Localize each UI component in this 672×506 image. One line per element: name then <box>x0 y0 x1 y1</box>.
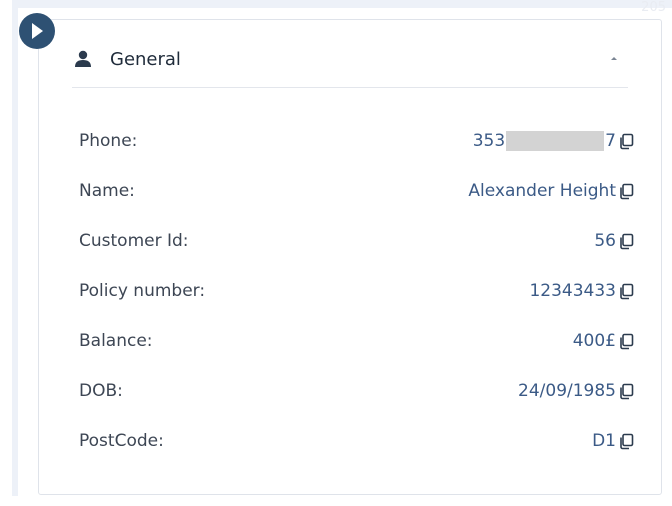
dob-value: 24/09/1985 <box>518 381 616 401</box>
copy-icon[interactable] <box>617 282 635 300</box>
balance-value: 400£ <box>572 331 616 351</box>
field-row-dob: DOB: 24/09/1985 <box>79 366 635 416</box>
left-rail <box>12 0 18 496</box>
phone-value-start: 353 <box>472 131 506 151</box>
copy-icon[interactable] <box>617 132 635 150</box>
field-list: Phone: 353 7 Name: Alexander Height Custo… <box>79 116 635 466</box>
field-label: DOB: <box>79 381 123 401</box>
play-icon <box>32 23 43 39</box>
phone-value: 353 7 <box>473 131 616 151</box>
user-icon <box>72 48 94 70</box>
corner-text: 205 <box>641 0 666 15</box>
field-label: Customer Id: <box>79 231 189 251</box>
divider <box>72 87 628 88</box>
field-row-phone: Phone: 353 7 <box>79 116 635 166</box>
policy-number-value: 12343433 <box>529 281 616 301</box>
page: 205 General Phone: 353 7 Name: Alexander… <box>0 0 672 506</box>
collapse-arrow-icon[interactable] <box>604 49 624 69</box>
phone-value-end: 7 <box>605 131 616 151</box>
name-value: Alexander Height <box>468 181 616 201</box>
field-label: Balance: <box>79 331 153 351</box>
section-header[interactable]: General <box>72 40 628 78</box>
field-label: PostCode: <box>79 431 164 451</box>
play-button[interactable] <box>19 13 55 49</box>
field-row-balance: Balance: 400£ <box>79 316 635 366</box>
field-label: Policy number: <box>79 281 206 301</box>
field-row-policy-number: Policy number: 12343433 <box>79 266 635 316</box>
redaction-bar <box>506 131 605 151</box>
copy-icon[interactable] <box>617 332 635 350</box>
copy-icon[interactable] <box>617 382 635 400</box>
copy-icon[interactable] <box>617 232 635 250</box>
copy-icon[interactable] <box>617 182 635 200</box>
field-row-name: Name: Alexander Height <box>79 166 635 216</box>
copy-icon[interactable] <box>617 432 635 450</box>
field-row-customer-id: Customer Id: 56 <box>79 216 635 266</box>
field-row-postcode: PostCode: D1 <box>79 416 635 466</box>
field-label: Phone: <box>79 131 138 151</box>
field-label: Name: <box>79 181 135 201</box>
customer-id-value: 56 <box>594 231 616 251</box>
top-strip <box>12 0 672 8</box>
postcode-value: D1 <box>592 431 616 451</box>
section-title: General <box>110 48 181 70</box>
